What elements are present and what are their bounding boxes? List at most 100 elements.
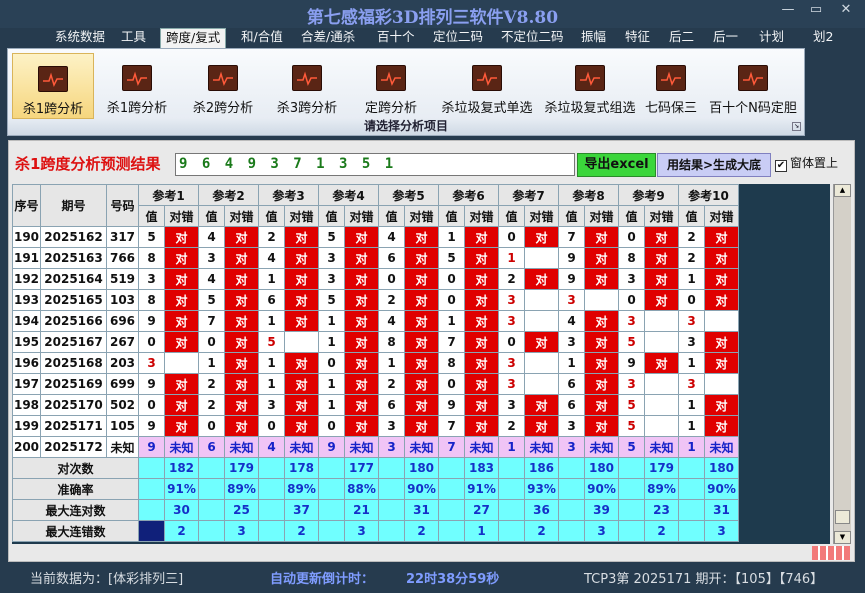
- dialog-launcher-icon[interactable]: ↘: [792, 122, 801, 131]
- col-header-group[interactable]: 参考5: [378, 184, 439, 206]
- col-header-value[interactable]: 值: [498, 205, 525, 227]
- col-header-seq[interactable]: 序号: [12, 184, 41, 227]
- table-row[interactable]: 199 2025171 105 9 对 0 对 0 对 0 对 3 对 7 对 2 对 3 对 5 1 对: [12, 415, 739, 437]
- table-row[interactable]: 190 2025162 317 5 对 4 对 2 对 5 对 4 对 1 对 0 对 7 对 0 对 2 对: [12, 226, 739, 248]
- ribbon-button-6[interactable]: 杀垃圾复式组选: [542, 53, 638, 119]
- ribbon-button-5[interactable]: 杀垃圾复式单选: [434, 53, 540, 119]
- table-row[interactable]: 196 2025168 203 3 1 对 1 对 0 对 1 对 8 对 3 1 对 9 对 1 对: [12, 352, 739, 374]
- chart-icon: [38, 66, 68, 92]
- summary-value: 36: [524, 499, 559, 521]
- menu-item-13[interactable]: 划2: [808, 28, 838, 48]
- result-cell: 对: [524, 268, 559, 290]
- summary-value: 25: [224, 499, 259, 521]
- menu-item-0[interactable]: 系统数据: [50, 28, 110, 48]
- col-header-group[interactable]: 参考8: [558, 184, 619, 206]
- summary-value: 91%: [164, 478, 199, 500]
- table-row[interactable]: 197 2025169 699 9 对 2 对 1 对 1 对 2 对 0 对 3 6 对 3 3: [12, 373, 739, 395]
- table-row[interactable]: 191 2025163 766 8 对 3 对 4 对 3 对 6 对 5 对 1 9 对 8 对 2 对: [12, 247, 739, 269]
- col-header-value[interactable]: 值: [558, 205, 585, 227]
- table-row[interactable]: 195 2025167 267 0 对 0 对 5 1 对 8 对 7 对 0 对 3 对 5 3 对: [12, 331, 739, 353]
- col-header-value[interactable]: 值: [618, 205, 645, 227]
- menu-item-12[interactable]: 计划: [754, 28, 789, 48]
- ribbon-button-8[interactable]: 百十个N码定胆: [706, 53, 800, 119]
- ribbon-button-2[interactable]: 杀2跨分析: [182, 53, 264, 119]
- menu-item-9[interactable]: 特征: [620, 28, 655, 48]
- title-bar[interactable]: 第七感福彩3D排列三软件V8.80 — ▭ ✕: [0, 0, 865, 28]
- col-header-number[interactable]: 号码: [106, 184, 139, 227]
- col-header-group[interactable]: 参考10: [678, 184, 739, 206]
- col-header-result[interactable]: 对错: [344, 205, 379, 227]
- ribbon-button-3[interactable]: 杀3跨分析: [266, 53, 348, 119]
- summary-spacer: [558, 478, 585, 500]
- ribbon-button-4[interactable]: 定跨分析: [350, 53, 432, 119]
- vertical-scrollbar[interactable]: ▲ ▼: [833, 184, 851, 544]
- ribbon-button-1[interactable]: 杀1跨分析: [96, 53, 178, 119]
- menu-item-11[interactable]: 后一: [708, 28, 743, 48]
- col-header-result[interactable]: 对错: [524, 205, 559, 227]
- maximize-button[interactable]: ▭: [802, 0, 830, 22]
- col-header-result[interactable]: 对错: [644, 205, 679, 227]
- col-header-result[interactable]: 对错: [164, 205, 199, 227]
- scroll-thumb[interactable]: [835, 510, 850, 524]
- scroll-down-icon[interactable]: ▼: [834, 531, 851, 544]
- pin-window-checkbox[interactable]: ✔ 窗体置上: [775, 154, 838, 172]
- result-cell: 对: [584, 310, 619, 332]
- col-header-result[interactable]: 对错: [284, 205, 319, 227]
- col-header-value[interactable]: 值: [438, 205, 465, 227]
- col-header-result[interactable]: 对错: [704, 205, 739, 227]
- generate-base-button[interactable]: 用结果>生成大底: [657, 153, 771, 177]
- menu-item-7[interactable]: 不定位二码: [496, 28, 569, 48]
- col-header-group[interactable]: 参考6: [438, 184, 499, 206]
- scroll-up-icon[interactable]: ▲: [834, 184, 851, 197]
- col-header-value[interactable]: 值: [318, 205, 345, 227]
- col-header-value[interactable]: 值: [678, 205, 705, 227]
- table-row[interactable]: 192 2025164 519 3 对 4 对 1 对 3 对 0 对 0 对 2 对 9 对 3 对 1 对: [12, 268, 739, 290]
- col-header-group[interactable]: 参考3: [258, 184, 319, 206]
- col-header-value[interactable]: 值: [258, 205, 285, 227]
- col-header-group[interactable]: 参考4: [318, 184, 379, 206]
- ribbon-button-7[interactable]: 七码保三: [636, 53, 706, 119]
- col-header-result[interactable]: 对错: [584, 205, 619, 227]
- col-header-group[interactable]: 参考1: [138, 184, 199, 206]
- table-row[interactable]: 194 2025166 696 9 对 7 对 1 对 1 对 4 对 1 对 3 4 对 3 3: [12, 310, 739, 332]
- col-header-value[interactable]: 值: [138, 205, 165, 227]
- ribbon-button-label: 百十个N码定胆: [709, 101, 797, 116]
- col-header-group[interactable]: 参考7: [498, 184, 559, 206]
- menu-item-8[interactable]: 振幅: [576, 28, 611, 48]
- value-cell: 1: [318, 331, 345, 353]
- menu-item-10[interactable]: 后二: [664, 28, 699, 48]
- result-cell: 对: [284, 226, 319, 248]
- table-row[interactable]: 198 2025170 502 0 对 2 对 3 对 1 对 6 对 9 对 3 对 6 对 5 1 对: [12, 394, 739, 416]
- menu-item-1[interactable]: 工具: [116, 28, 151, 48]
- result-field[interactable]: 9 6 4 9 3 7 1 3 5 1: [175, 153, 575, 176]
- export-excel-button[interactable]: 导出excel: [577, 153, 656, 177]
- value-cell: 1: [438, 310, 465, 332]
- col-header-result[interactable]: 对错: [464, 205, 499, 227]
- countdown-value: 22时38分59秒: [406, 572, 500, 587]
- value-cell: 6: [558, 373, 585, 395]
- col-header-group[interactable]: 参考9: [618, 184, 679, 206]
- pending-row[interactable]: 200 2025172 未知 9 未知 6 未知 4 未知 9 未知 3 未知 7 未知 1 未知 3 未知 5 未知 1…: [12, 436, 739, 458]
- menu-item-5[interactable]: 百十个: [372, 28, 420, 48]
- col-header-value[interactable]: 值: [378, 205, 405, 227]
- summary-spacer: [558, 457, 585, 479]
- minimize-button[interactable]: —: [774, 0, 802, 22]
- menu-item-4[interactable]: 合差/通杀: [296, 28, 360, 48]
- col-header-result[interactable]: 对错: [224, 205, 259, 227]
- checkbox-icon[interactable]: ✔: [775, 160, 787, 172]
- col-header-group[interactable]: 参考2: [198, 184, 259, 206]
- result-cell: [644, 331, 679, 353]
- value-cell: 3: [498, 352, 525, 374]
- result-cell: 对: [704, 415, 739, 437]
- summary-spacer: [378, 478, 405, 500]
- close-button[interactable]: ✕: [832, 0, 860, 22]
- col-header-value[interactable]: 值: [198, 205, 225, 227]
- ribbon-button-0[interactable]: 杀1跨分析: [12, 53, 94, 119]
- menu-item-6[interactable]: 定位二码: [428, 28, 488, 48]
- menu-item-2[interactable]: 跨度/复式: [160, 28, 227, 48]
- table-row[interactable]: 193 2025165 103 8 对 5 对 6 对 5 对 2 对 0 对 3 3 0 对 0 对: [12, 289, 739, 311]
- result-cell: 对: [224, 226, 259, 248]
- col-header-result[interactable]: 对错: [404, 205, 439, 227]
- menu-item-3[interactable]: 和/合值: [236, 28, 288, 48]
- col-header-period[interactable]: 期号: [40, 184, 107, 227]
